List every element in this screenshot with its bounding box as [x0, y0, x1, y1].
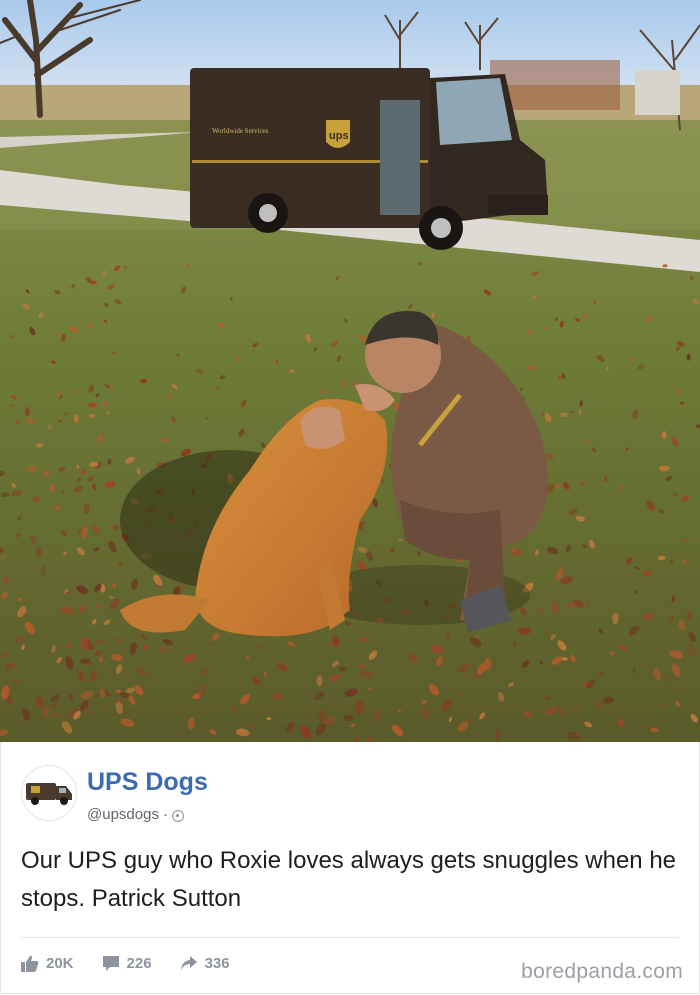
post-text: Our UPS guy who Roxie loves always gets …: [21, 847, 677, 912]
divider: [21, 937, 679, 938]
engagement-bar: 20K 226 336: [21, 955, 230, 972]
comment-icon: [102, 956, 119, 971]
like-count: 20K: [46, 955, 74, 972]
comment-button[interactable]: 226: [102, 955, 152, 972]
svg-text:Worldwide Services: Worldwide Services: [212, 127, 269, 135]
share-button[interactable]: 336: [180, 955, 230, 972]
source-watermark: boredpanda.com: [521, 960, 683, 983]
like-button[interactable]: 20K: [21, 955, 74, 972]
post-meta: @upsdogs ·: [87, 806, 184, 823]
ups-truck-avatar-icon: [26, 783, 72, 805]
page-handle[interactable]: @upsdogs: [87, 806, 159, 823]
post-card: UPS Dogs @upsdogs · Our UPS guy who Roxi…: [0, 742, 700, 994]
svg-text:ups: ups: [329, 130, 349, 142]
globe-icon: [171, 809, 184, 822]
meta-separator: ·: [162, 806, 168, 823]
post-photo[interactable]: ups Worldwide Services: [0, 0, 700, 742]
share-count: 336: [204, 955, 230, 972]
thumbs-up-icon: [21, 955, 39, 972]
comment-count: 226: [126, 955, 152, 972]
page-name[interactable]: UPS Dogs: [87, 768, 208, 797]
page-avatar[interactable]: [21, 765, 77, 821]
share-icon: [180, 956, 197, 970]
